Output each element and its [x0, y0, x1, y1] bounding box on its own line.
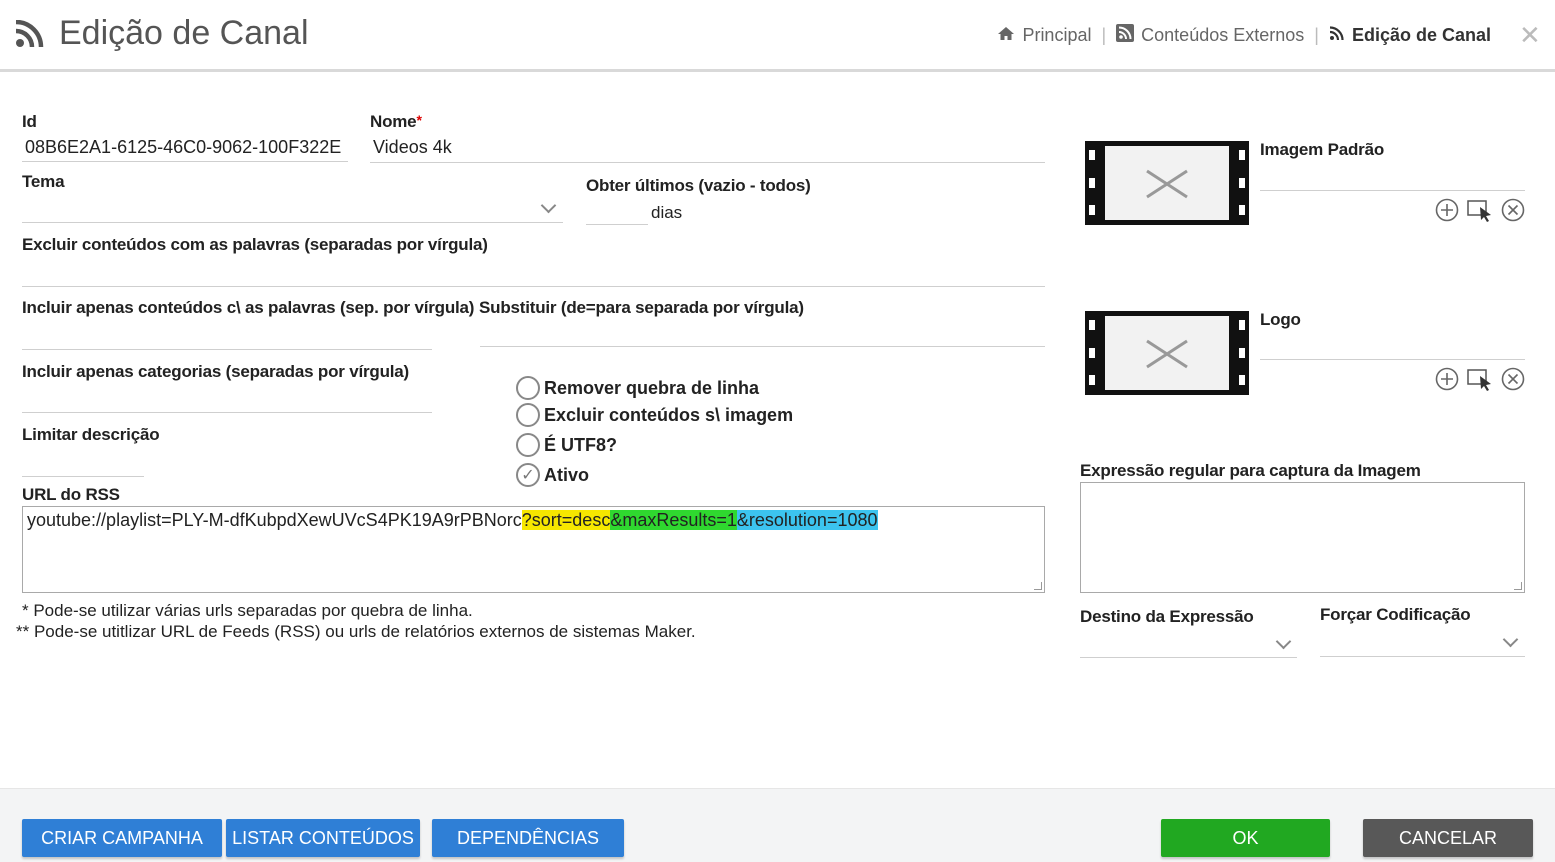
- checkbox-utf8[interactable]: É UTF8?: [516, 433, 617, 457]
- incluir-categorias-field[interactable]: [22, 387, 432, 412]
- checkbox-remover-quebra[interactable]: Remover quebra de linha: [516, 376, 759, 400]
- incluir-palavras-label: Incluir apenas conteúdos c\ as palavras …: [22, 298, 475, 317]
- id-label: Id: [22, 112, 37, 131]
- substituir-underline: [480, 346, 1045, 347]
- nome-field[interactable]: Videos 4k: [373, 137, 1033, 158]
- checkbox-circle: [516, 376, 540, 400]
- url-rss-value: youtube://playlist=PLY-M-dfKubpdXewUVcS4…: [27, 510, 878, 530]
- incluir-categorias-label: Incluir apenas categorias (separadas por…: [22, 362, 410, 381]
- tema-underline: [22, 222, 563, 223]
- breadcrumb-separator: |: [1314, 25, 1319, 45]
- excluir-palavras-underline: [22, 286, 1045, 287]
- obter-label: Obter últimos (vazio - todos): [586, 176, 811, 195]
- checkbox-circle: [516, 403, 540, 427]
- remove-circle-icon[interactable]: [1501, 198, 1525, 227]
- destino-label: Destino da Expressão: [1080, 607, 1254, 626]
- resize-handle[interactable]: [1034, 582, 1042, 590]
- forcar-select[interactable]: [1320, 628, 1524, 655]
- note-line-1: * Pode-se utilizar várias urls separadas…: [22, 601, 473, 620]
- incluir-categorias-underline: [22, 412, 432, 413]
- check-icon: ✓: [516, 463, 540, 487]
- id-field[interactable]: 08B6E2A1-6125-46C0-9062-100F322E: [25, 137, 346, 158]
- nome-label: Nome*: [370, 112, 422, 131]
- breadcrumb-edicao-de-canal: Edição de Canal: [1329, 25, 1491, 46]
- film-placeholder-icon: [1085, 141, 1249, 225]
- url-rss-textarea[interactable]: youtube://playlist=PLY-M-dfKubpdXewUVcS4…: [22, 506, 1045, 593]
- limitar-descricao-label: Limitar descrição: [22, 425, 160, 444]
- expressao-textarea[interactable]: [1080, 482, 1525, 593]
- obter-field[interactable]: [586, 202, 648, 224]
- substituir-label: Substituir (de=para separada por vírgula…: [479, 298, 804, 317]
- remove-circle-icon[interactable]: [1501, 367, 1525, 396]
- imagem-padrao-label: Imagem Padrão: [1260, 140, 1385, 159]
- forcar-label: Forçar Codificação: [1320, 605, 1471, 624]
- logo-tools: [1435, 367, 1525, 396]
- imagem-padrao-field[interactable]: [1260, 165, 1525, 190]
- breadcrumb-principal[interactable]: Principal: [997, 25, 1091, 46]
- excluir-palavras-field[interactable]: [22, 260, 1044, 285]
- id-underline: [22, 161, 348, 162]
- add-circle-icon[interactable]: [1435, 367, 1459, 396]
- nome-underline: [370, 162, 1045, 163]
- obter-underline: [586, 224, 648, 225]
- highlight-max-results: &maxResults=1: [610, 510, 737, 530]
- incluir-palavras-field[interactable]: [22, 323, 432, 348]
- checkbox-excluir-sem-imagem[interactable]: Excluir conteúdos s\ imagem: [516, 403, 793, 427]
- imagem-padrao-tools: [1435, 198, 1525, 227]
- destino-select[interactable]: [1080, 630, 1296, 656]
- breadcrumb: Principal | Conteúdos Externos | Edição …: [997, 24, 1491, 47]
- breadcrumb-conteudos-externos[interactable]: Conteúdos Externos: [1116, 24, 1304, 47]
- highlight-resolution: &resolution=1080: [736, 510, 878, 530]
- logo-underline: [1260, 359, 1525, 360]
- limitar-descricao-field[interactable]: [22, 450, 144, 475]
- criar-campanha-button[interactable]: CRIAR CAMPANHA: [22, 819, 222, 857]
- tema-label: Tema: [22, 172, 65, 191]
- breadcrumb-separator: |: [1101, 25, 1107, 45]
- rss-square-icon: [1116, 24, 1135, 47]
- checkbox-circle: [516, 433, 540, 457]
- forcar-underline: [1320, 656, 1525, 657]
- listar-conteudos-button[interactable]: LISTAR CONTEÚDOS: [226, 819, 420, 857]
- limitar-descricao-underline: [22, 476, 144, 477]
- checkbox-ativo[interactable]: ✓ Ativo: [516, 463, 589, 487]
- select-cursor-icon[interactable]: [1467, 198, 1493, 227]
- tema-select[interactable]: [22, 196, 562, 222]
- highlight-sort: ?sort=desc: [521, 510, 611, 530]
- page-header: Edição de Canal Principal | Conteúdos Ex…: [0, 0, 1555, 72]
- incluir-palavras-underline: [22, 349, 432, 350]
- rss-icon: [15, 19, 45, 53]
- logo-field[interactable]: [1260, 334, 1525, 359]
- excluir-palavras-label: Excluir conteúdos com as palavras (separ…: [22, 235, 488, 254]
- home-icon: [997, 25, 1015, 46]
- close-icon[interactable]: ✕: [1519, 22, 1541, 48]
- rss-icon: [1329, 25, 1345, 46]
- expressao-label: Expressão regular para captura da Imagem: [1080, 461, 1421, 480]
- film-placeholder-icon: [1085, 311, 1249, 395]
- dependencias-button[interactable]: DEPENDÊNCIAS: [432, 819, 624, 857]
- url-rss-label: URL do RSS: [22, 485, 120, 504]
- imagem-padrao-underline: [1260, 190, 1525, 191]
- required-mark: *: [416, 112, 422, 128]
- add-circle-icon[interactable]: [1435, 198, 1459, 227]
- cancelar-button[interactable]: CANCELAR: [1363, 819, 1533, 857]
- logo-label: Logo: [1260, 310, 1301, 329]
- dias-label: dias: [651, 203, 683, 222]
- page-title: Edição de Canal: [59, 14, 309, 52]
- select-cursor-icon[interactable]: [1467, 367, 1493, 396]
- note-line-2: ** Pode-se utitlizar URL de Feeds (RSS) …: [16, 622, 696, 641]
- resize-handle[interactable]: [1514, 582, 1522, 590]
- destino-underline: [1080, 657, 1297, 658]
- ok-button[interactable]: OK: [1161, 819, 1330, 857]
- substituir-field[interactable]: [480, 321, 1044, 346]
